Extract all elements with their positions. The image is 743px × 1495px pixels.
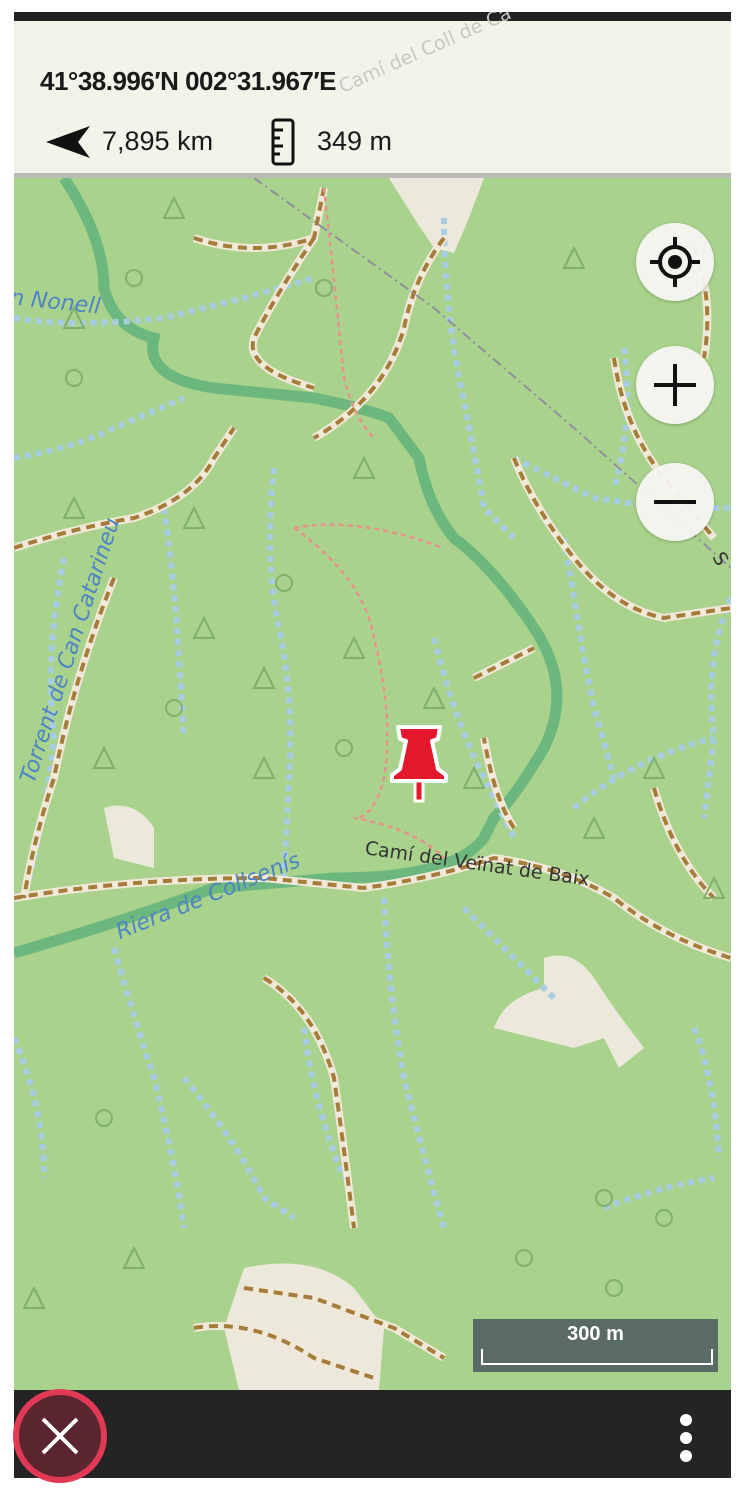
info-header: 41°38.996′N 002°31.967′E 7,895 km 349 m …	[14, 12, 731, 178]
map-canvas	[14, 174, 731, 1390]
coordinates-text: 41°38.996′N 002°31.967′E	[40, 66, 336, 96]
minus-icon	[654, 500, 696, 504]
navigation-arrow-icon	[46, 126, 90, 158]
scale-text: 300 m	[567, 1323, 624, 1345]
plus-icon	[654, 364, 696, 406]
app-frame: n Nonell Torrent de Can Catarineu Riera …	[14, 12, 731, 1478]
more-dot	[680, 1450, 692, 1462]
map-label-cami-coll: Camí del Coll de Ca	[335, 12, 515, 98]
altitude-text: 349 m	[317, 126, 393, 156]
info-row: 7,895 km 349 m	[44, 116, 724, 166]
more-options-button[interactable]	[668, 1410, 704, 1466]
scale-bar: 300 m	[473, 1319, 718, 1372]
close-icon	[41, 1417, 79, 1455]
close-button[interactable]	[13, 1389, 107, 1483]
bottom-toolbar	[14, 1390, 731, 1478]
locate-button[interactable]	[636, 223, 714, 301]
zoom-out-button[interactable]	[636, 463, 714, 541]
scale-ruler	[481, 1349, 713, 1365]
distance-text: 7,895 km	[102, 126, 214, 156]
crosshair-icon	[650, 237, 700, 287]
more-dot	[680, 1432, 692, 1444]
zoom-in-button[interactable]	[636, 346, 714, 424]
status-bar	[14, 12, 731, 21]
map-view[interactable]: n Nonell Torrent de Can Catarineu Riera …	[14, 174, 731, 1390]
pushpin-marker-icon[interactable]	[384, 723, 454, 823]
more-vertical-icon	[680, 1414, 692, 1426]
ruler-icon	[271, 118, 295, 166]
